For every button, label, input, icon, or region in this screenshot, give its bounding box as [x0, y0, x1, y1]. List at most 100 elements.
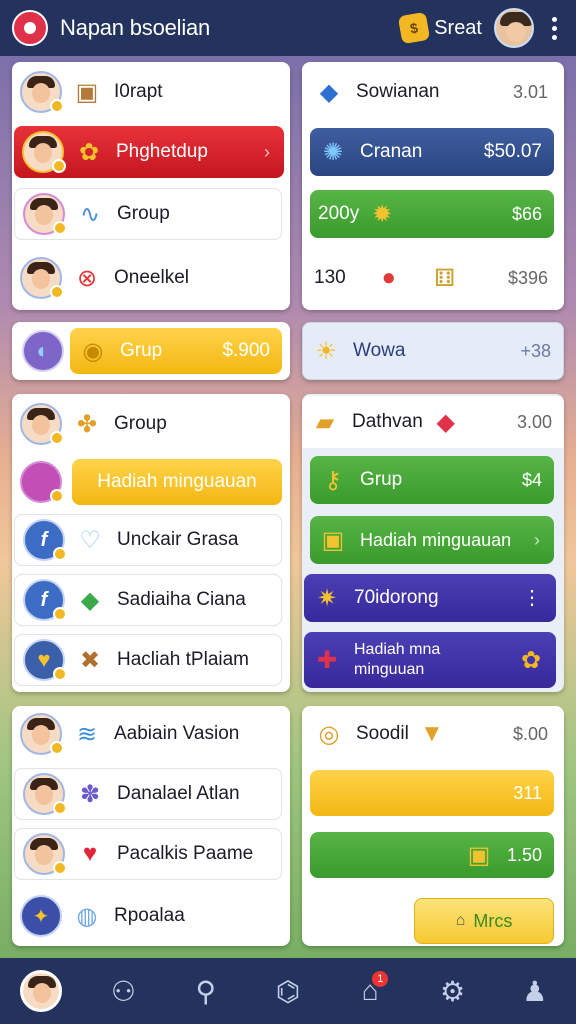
gear-gold-icon: ✹ [372, 200, 393, 228]
list-item-highlighted[interactable]: ✷ 70idorong ⋮ [304, 574, 556, 622]
group-reward-panel: ◉ Grup $.900 [12, 322, 290, 380]
list-item[interactable]: ♡ Unckair Grasa [14, 514, 282, 566]
list-item-label: Rpoalaa [114, 905, 185, 926]
list-item-highlighted[interactable]: ⚷ Grup $4 [310, 456, 554, 504]
tag-icon[interactable]: ⌬ [264, 967, 312, 1015]
list-item[interactable]: ✽ Danalael Atlan [14, 768, 282, 820]
avatar [22, 131, 66, 173]
list-item-value: $50.07 [483, 141, 542, 162]
medal-icon: ◎ [318, 720, 340, 748]
list-item-label: Hacliah tPlaiam [117, 649, 249, 670]
chest-icon: ▣ [321, 526, 345, 554]
close-circle-icon: ⊗ [76, 264, 98, 292]
weekly-reward-label: Hadiah minguauan [97, 471, 257, 492]
list-item-value: $4 [521, 469, 542, 490]
list-item[interactable]: ✖ Hacliah tPlaiam [14, 634, 282, 686]
app-header: Napan bsoelian $ Sreat [0, 0, 576, 56]
home-icon: ⌂ [455, 912, 466, 929]
list-item[interactable]: ▰ Dathvan ◆ 3.00 [302, 396, 564, 448]
fish-icon: ✺ [322, 138, 344, 166]
list-item[interactable]: ♥ Pacalkis Paame [14, 828, 282, 880]
list-item-label: Unckair Grasa [117, 529, 239, 550]
list-item-label: Group [114, 413, 167, 434]
wowa-value: +38 [520, 340, 551, 361]
bubble-icon: ◍ [76, 902, 98, 930]
streak-label: Sreat [434, 16, 482, 39]
list-item-highlighted[interactable]: ✺ Cranan $50.07 [310, 128, 554, 176]
weekly-list-panel: ✤ Group Hadiah minguauan ♡ Unckair Grasa… [12, 394, 290, 692]
more-options-icon[interactable]: ⋮ [522, 588, 542, 608]
list-item-label: Grup [360, 469, 403, 490]
globe-icon [22, 330, 64, 372]
list-item[interactable]: ⊗ Oneelkel [12, 252, 290, 304]
avatar [23, 579, 67, 621]
home-icon[interactable]: ⌂ 1 [346, 967, 394, 1015]
streak-indicator[interactable]: $ Sreat [397, 11, 482, 45]
list-item[interactable]: ✤ Group [12, 398, 290, 450]
list-item[interactable]: ≋ Aabiain Vasion [12, 708, 290, 760]
list-item-label: 130 [314, 267, 346, 288]
group-reward-label: Grup [120, 340, 163, 361]
list-item-label: Danalael Atlan [117, 783, 240, 804]
list-item[interactable]: Hadiah minguauan [12, 456, 290, 508]
present-icon: ✚ [316, 646, 338, 674]
list-item-highlighted[interactable]: 200y ✹ $66 [310, 190, 554, 238]
list-item-highlighted[interactable]: ✿ Phghetdup › [14, 126, 284, 178]
coin-icon: $ [397, 11, 431, 45]
avatar [23, 193, 67, 235]
list-item[interactable]: ◆ Sowianan 3.01 [306, 66, 560, 118]
list-item[interactable]: ∿ Group [14, 188, 282, 240]
weekly-reward-button[interactable]: Hadiah minguauan [72, 459, 282, 505]
more-button[interactable]: ⌂ Mrcs [414, 898, 554, 944]
wave-icon: ≋ [76, 720, 98, 748]
progress-bar-green[interactable]: ▣ 1.50 [310, 832, 554, 878]
cube-icon: ◆ [319, 78, 339, 106]
sun-icon: ☀ [315, 337, 337, 365]
profile-avatar[interactable] [494, 8, 534, 48]
group-reward-button[interactable]: ◉ Grup $.900 [70, 328, 282, 374]
key-icon: ⚷ [324, 466, 342, 494]
more-options-icon[interactable] [544, 16, 564, 40]
group-list-panel: ▣ I0rapt ✿ Phghetdup › ∿ Group ⊗ Oneelke… [12, 62, 290, 310]
apple-icon: ● [381, 264, 396, 291]
list-item[interactable]: ◎ Soodil ▼ $.00 [306, 708, 560, 760]
settings-icon[interactable]: ⚙ [429, 967, 477, 1015]
list-item-label: 200y [318, 203, 360, 224]
list-item-label: 70idorong [354, 587, 439, 608]
grapes-icon: ✽ [79, 780, 101, 808]
gift-icon: ✿ [78, 138, 100, 166]
list-item-highlighted[interactable]: ▣ Hadiah minguauan › [310, 516, 554, 564]
star-cluster-icon: ✷ [316, 584, 338, 612]
box-icon: ▣ [75, 78, 99, 106]
nav-profile[interactable] [17, 967, 65, 1015]
list-item[interactable]: ◍ Rpoalaa [12, 890, 290, 942]
list-item[interactable]: ◆ Sadiaiha Ciana [14, 574, 282, 626]
bird-icon: ∿ [79, 200, 101, 228]
list-item-label: Hadiah mna minguuan [354, 641, 441, 678]
list-item-label: Phghetdup [116, 141, 208, 162]
friends-icon[interactable]: ⚇ [99, 967, 147, 1015]
list-item-label: Hadiah minguauan [360, 529, 512, 550]
list-item-value: $66 [511, 203, 542, 224]
shield-icon: ◉ [82, 337, 104, 365]
list-item[interactable]: ▣ I0rapt [12, 66, 290, 118]
avatar [23, 639, 67, 681]
list-item-value: 3.01 [512, 81, 548, 102]
list-item-label: Aabiain Vasion [114, 723, 240, 744]
profile-avatar [20, 970, 63, 1012]
rewards-panel: ◆ Sowianan 3.01 ✺ Cranan $50.07 200y ✹ $… [302, 62, 564, 310]
avatar [23, 519, 67, 561]
list-item-highlighted[interactable]: ✚ Hadiah mna minguuan ✿ [304, 632, 556, 688]
list-item-value: $.00 [512, 723, 548, 744]
cone-icon: ▼ [419, 720, 444, 747]
progress-bar-yellow[interactable]: 311 [310, 770, 554, 816]
list-item-label: I0rapt [114, 81, 163, 102]
app-logo-icon[interactable] [12, 10, 48, 46]
search-icon[interactable]: ⚲ [182, 967, 230, 1015]
user-icon[interactable]: ♟ [511, 967, 559, 1015]
avatar [20, 895, 62, 937]
wowa-panel[interactable]: ☀ Wowa +38 [302, 322, 564, 380]
puzzle-icon: ✤ [76, 410, 98, 438]
list-item-label: Group [117, 203, 170, 224]
list-item[interactable]: 130 ● ⚅ $396 [306, 252, 560, 304]
